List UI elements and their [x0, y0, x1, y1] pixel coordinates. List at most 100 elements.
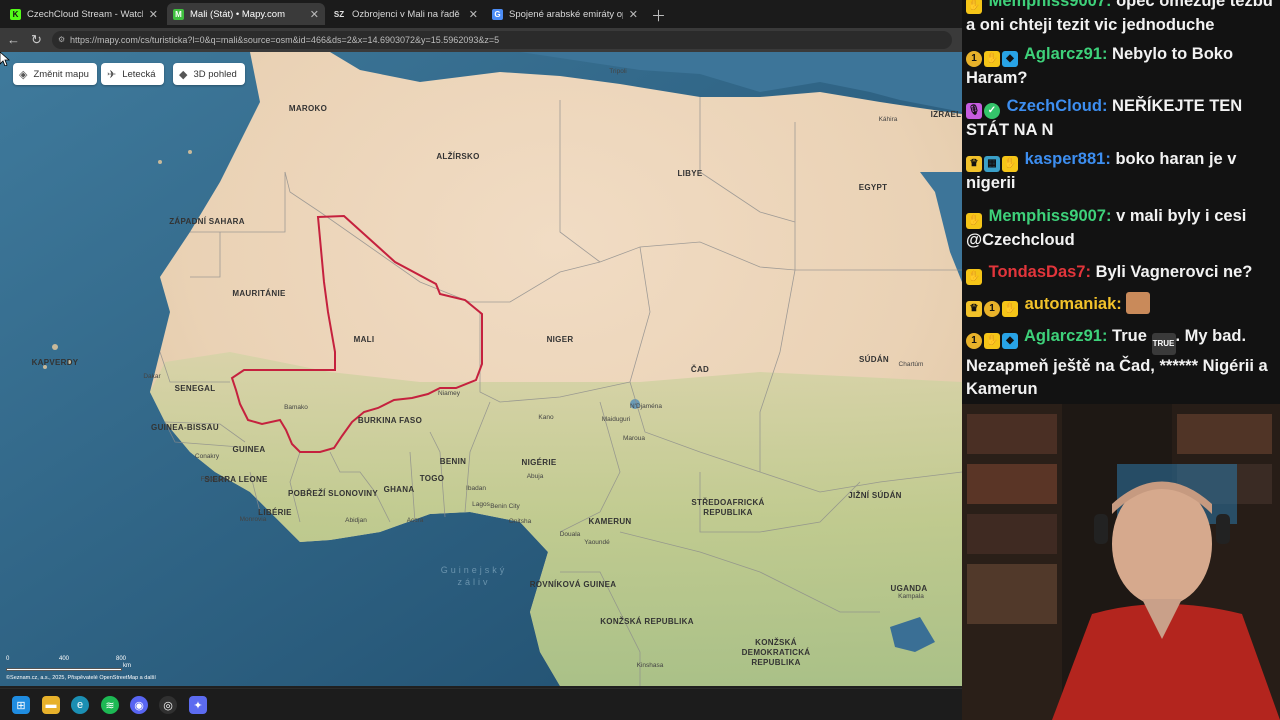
chat-colon: : [1116, 295, 1127, 313]
country-label[interactable]: ALŽÍRSKO [436, 152, 479, 162]
country-label[interactable]: IZRAEL [931, 110, 962, 120]
address-bar: ← ↻ ⚙ https://mapy.com/cs/turisticka?l=0… [0, 28, 962, 52]
country-label[interactable]: NIGER [547, 335, 574, 345]
city-label[interactable]: Niamey [438, 390, 460, 397]
city-label[interactable]: Kampala [898, 593, 924, 600]
city-label[interactable]: Chartúm [899, 361, 924, 368]
country-label[interactable]: GUINEA [233, 445, 266, 455]
city-label[interactable]: Maroua [623, 435, 645, 442]
country-label[interactable]: SÚDÁN [859, 355, 889, 365]
site-info-icon[interactable]: ⚙ [58, 31, 65, 49]
change-map-button[interactable]: ◈ Změnit mapu [13, 63, 97, 85]
city-label[interactable]: Maiduguri [602, 416, 631, 423]
country-label[interactable]: EGYPT [859, 183, 888, 193]
airplane-icon: ✈ [107, 68, 117, 81]
country-label[interactable]: LIBYE [677, 169, 702, 179]
chat-colon: : [1105, 150, 1116, 168]
taskbar: ⊞ ▬ e ≋ ◉ ◎ ✦ [0, 688, 962, 720]
reload-icon[interactable]: ↻ [31, 32, 42, 48]
edge-browser-icon[interactable]: e [71, 696, 89, 714]
aerial-button[interactable]: ✈ Letecká [101, 63, 164, 85]
tab-emirates-article[interactable]: G Spojené arabské emiráty opustí Ol ✕ [486, 3, 644, 25]
city-label[interactable]: Dakar [143, 373, 160, 380]
city-label[interactable]: Ibadan [466, 485, 486, 492]
city-label[interactable]: Tripoli [609, 68, 626, 75]
spotify-icon[interactable]: ≋ [101, 696, 119, 714]
city-label[interactable]: Abuja [527, 473, 544, 480]
close-tab-icon[interactable]: ✕ [469, 8, 478, 21]
city-label[interactable]: Freetown [200, 476, 227, 483]
country-label[interactable]: KAPVERDY [32, 358, 79, 368]
tab-mapy[interactable]: M Mali (Stát) • Mapy.com ✕ [167, 3, 325, 25]
url-text: https://mapy.com/cs/turisticka?l=0&q=mal… [70, 35, 500, 45]
country-label[interactable]: KONŽSKÁ DEMOKRATICKÁ REPUBLIKA [742, 638, 811, 668]
new-tab-icon[interactable]: ＋ [651, 5, 666, 26]
map-canvas[interactable]: ◈ Změnit mapu ✈ Letecká ◆ 3D pohled MARO… [0, 52, 962, 686]
hand-badge-icon: ✋ [966, 0, 982, 14]
close-tab-icon[interactable]: ✕ [629, 8, 638, 21]
chat-username[interactable]: Aglarcz91 [1024, 45, 1102, 63]
city-label[interactable]: Conakry [195, 453, 219, 460]
map-attribution[interactable]: ©Seznam.cz, a.s., 2025, Přispěvatelé Ope… [6, 675, 156, 681]
city-label[interactable]: Kano [538, 414, 553, 421]
file-explorer-icon[interactable]: ▬ [42, 696, 60, 714]
country-label[interactable]: ČAD [691, 365, 709, 375]
3d-view-button[interactable]: ◆ 3D pohled [173, 63, 245, 85]
url-field[interactable]: ⚙ https://mapy.com/cs/turisticka?l=0&q=m… [52, 31, 952, 49]
country-label[interactable]: GUINEA-BISSAU [151, 423, 219, 433]
tab-mali-article[interactable]: SZ Ozbrojenci v Mali na řadě míst na ✕ [326, 3, 484, 25]
city-label[interactable]: Monrovia [240, 516, 267, 523]
city-label[interactable]: Benin City [490, 503, 520, 510]
country-label[interactable]: MAURITÁNIE [232, 289, 285, 299]
chat-username[interactable]: TondasDas7 [989, 263, 1086, 281]
city-label[interactable]: Abidjan [345, 517, 367, 524]
close-tab-icon[interactable]: ✕ [310, 8, 319, 21]
country-label[interactable]: NIGÉRIE [522, 458, 557, 468]
city-label[interactable]: Bamako [284, 404, 308, 411]
country-label[interactable]: BENIN [440, 457, 466, 467]
city-label[interactable]: Douala [560, 531, 581, 538]
chat-username[interactable]: Memphiss9007 [989, 207, 1106, 225]
city-label[interactable]: Accra [407, 517, 424, 524]
country-label[interactable]: KAMERUN [589, 517, 632, 527]
app-icon[interactable]: ✦ [189, 696, 207, 714]
chat-message: ✋ TondasDas7: Byli Vagnerovci ne? [966, 261, 1276, 285]
chat-username[interactable]: Aglarcz91 [1024, 327, 1102, 345]
gift-badge-icon: 1 [966, 333, 982, 349]
country-label[interactable]: ROVNÍKOVÁ GUINEA [530, 580, 617, 590]
windows-start-icon[interactable]: ⊞ [12, 696, 30, 714]
tab-czechcloud-stream[interactable]: K CzechCloud Stream - Watch Live o ✕ [4, 3, 164, 25]
city-label[interactable]: Yaoundé [584, 539, 610, 546]
country-label[interactable]: JIŽNÍ SÚDÁN [848, 491, 902, 501]
country-label[interactable]: KONŽSKÁ REPUBLIKA [600, 617, 694, 627]
tab-label: Ozbrojenci v Mali na řadě míst na [352, 8, 463, 20]
city-label[interactable]: Lagos [472, 501, 490, 508]
chat-message: ✋ Memphiss9007: v mali byly i cesi @Czec… [966, 205, 1276, 252]
close-tab-icon[interactable]: ✕ [149, 8, 158, 21]
city-label[interactable]: Onitsha [509, 518, 531, 525]
country-label[interactable]: POBŘEŽÍ SLONOVINY [288, 489, 378, 499]
obs-icon[interactable]: ◎ [159, 696, 177, 714]
country-label[interactable]: MAROKO [289, 104, 327, 114]
city-label[interactable]: Káhira [879, 116, 898, 123]
chat-username[interactable]: Memphiss9007 [989, 0, 1106, 10]
chat-message: 1 ✋ ◆ Aglarcz91: True TRUE. My bad. Nezapm… [966, 325, 1276, 400]
country-label[interactable]: STŘEDOAFRICKÁ REPUBLIKA [691, 498, 764, 518]
country-label[interactable]: TOGO [420, 474, 445, 484]
tab-label: CzechCloud Stream - Watch Live o [27, 8, 143, 20]
country-label-mali[interactable]: MALI [354, 335, 375, 345]
country-label[interactable]: SENEGAL [175, 384, 216, 394]
back-arrow-icon[interactable]: ← [7, 32, 20, 47]
country-label[interactable]: GHANA [384, 485, 415, 495]
city-label[interactable]: Kinshasa [637, 662, 664, 669]
city-label[interactable]: N'Djaména [630, 403, 662, 410]
chat-username[interactable]: CzechCloud [1007, 97, 1102, 115]
chat-username[interactable]: automaniak [1025, 295, 1117, 313]
chat-colon: : [1085, 263, 1096, 281]
discord-icon[interactable]: ◉ [130, 696, 148, 714]
chat-username[interactable]: kasper881 [1025, 150, 1106, 168]
country-label[interactable]: BURKINA FASO [358, 416, 422, 426]
country-label[interactable]: ZÁPADNÍ SAHARA [169, 217, 245, 227]
chat-message: 1 ✋ ◆ Aglarcz91: Nebylo to Boko Haram? [966, 43, 1276, 90]
tab-label: Spojené arabské emiráty opustí Ol [509, 8, 623, 20]
